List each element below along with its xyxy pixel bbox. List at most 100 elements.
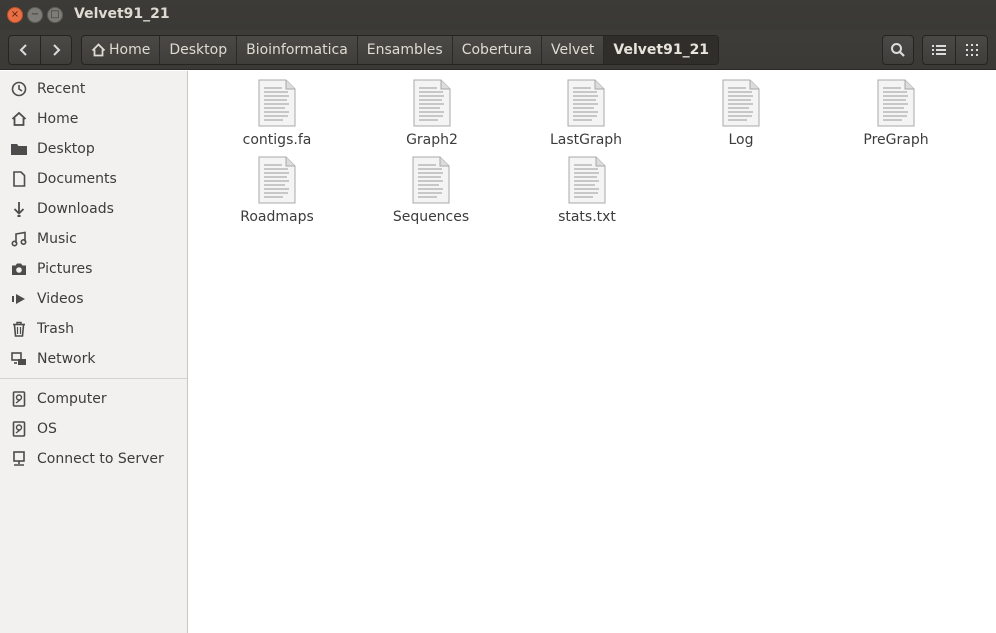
maximize-window-button[interactable]: □ bbox=[47, 7, 63, 23]
close-icon: × bbox=[10, 9, 20, 20]
file-name: LastGraph bbox=[549, 132, 623, 148]
breadcrumb-bioinformatica[interactable]: Bioinformatica bbox=[236, 36, 357, 64]
sidebar-item-label: Trash bbox=[37, 321, 74, 337]
grid-view-icon bbox=[965, 44, 978, 56]
sidebar-item-label: Computer bbox=[37, 391, 107, 407]
title-bar: × − □ Velvet91_21 bbox=[0, 0, 996, 30]
server-icon bbox=[10, 450, 28, 468]
sidebar-item-label: Documents bbox=[37, 171, 117, 187]
file-item[interactable]: Graph2 bbox=[372, 79, 492, 151]
maximize-icon: □ bbox=[50, 9, 60, 20]
minimize-window-button[interactable]: − bbox=[27, 7, 43, 23]
breadcrumb-label: Home bbox=[109, 42, 151, 58]
minimize-icon: − bbox=[30, 9, 40, 20]
sidebar-item-label: Downloads bbox=[37, 201, 114, 217]
text-file-icon bbox=[566, 79, 606, 127]
breadcrumb-label: Velvet91_21 bbox=[613, 42, 710, 58]
window-title: Velvet91_21 bbox=[74, 6, 170, 22]
sidebar-item-desktop[interactable]: Desktop bbox=[0, 134, 187, 164]
home-icon bbox=[10, 110, 28, 128]
breadcrumb-label: Bioinformatica bbox=[246, 42, 348, 58]
folder-icon bbox=[10, 140, 28, 158]
sidebar-item-network[interactable]: Network bbox=[0, 344, 187, 374]
drive-icon bbox=[10, 420, 28, 438]
close-window-button[interactable]: × bbox=[7, 7, 23, 23]
back-button[interactable] bbox=[9, 36, 40, 64]
sidebar-item-music[interactable]: Music bbox=[0, 224, 187, 254]
file-item[interactable]: contigs.fa bbox=[217, 79, 337, 151]
file-item[interactable]: PreGraph bbox=[836, 79, 956, 151]
document-icon bbox=[10, 170, 28, 188]
sidebar-item-label: Videos bbox=[37, 291, 84, 307]
breadcrumb-home[interactable]: Home bbox=[82, 36, 159, 64]
list-view-icon bbox=[932, 45, 946, 55]
search-icon bbox=[891, 43, 905, 57]
list-view-button[interactable] bbox=[923, 36, 955, 64]
sidebar-item-pictures[interactable]: Pictures bbox=[0, 254, 187, 284]
breadcrumb-label: Desktop bbox=[169, 42, 228, 58]
camera-icon bbox=[10, 260, 28, 278]
sidebar-item-documents[interactable]: Documents bbox=[0, 164, 187, 194]
search-button[interactable] bbox=[882, 35, 914, 65]
download-icon bbox=[10, 200, 28, 218]
text-file-icon bbox=[257, 79, 297, 127]
sidebar-item-trash[interactable]: Trash bbox=[0, 314, 187, 344]
trash-icon bbox=[10, 320, 28, 338]
text-file-icon bbox=[567, 156, 607, 204]
breadcrumb-desktop[interactable]: Desktop bbox=[159, 36, 236, 64]
sidebar-item-home[interactable]: Home bbox=[0, 104, 187, 134]
chevron-right-icon bbox=[53, 44, 61, 56]
sidebar-divider bbox=[0, 378, 187, 379]
file-name: Graph2 bbox=[406, 132, 458, 148]
file-item[interactable]: Roadmaps bbox=[217, 156, 337, 228]
file-name: Log bbox=[728, 132, 754, 148]
drive-icon bbox=[10, 390, 28, 408]
forward-button[interactable] bbox=[39, 36, 71, 64]
breadcrumb-current[interactable]: Velvet91_21 bbox=[603, 36, 719, 64]
file-name: Sequences bbox=[392, 209, 470, 225]
text-file-icon bbox=[721, 79, 761, 127]
file-view: contigs.fa Graph2 LastGraph Log PreGraph bbox=[192, 71, 996, 633]
sidebar-item-connect-to-server[interactable]: Connect to Server bbox=[0, 444, 187, 474]
clock-icon bbox=[10, 80, 28, 98]
sidebar-item-label: Music bbox=[37, 231, 77, 247]
grid-view-button[interactable] bbox=[955, 36, 987, 64]
file-item[interactable]: LastGraph bbox=[526, 79, 646, 151]
text-file-icon bbox=[257, 156, 297, 204]
sidebar-item-label: Connect to Server bbox=[37, 451, 164, 467]
sidebar-item-label: Network bbox=[37, 351, 96, 367]
sidebar-item-recent[interactable]: Recent bbox=[0, 74, 187, 104]
sidebar-item-videos[interactable]: Videos bbox=[0, 284, 187, 314]
sidebar-devices: Computer OS Connect to Server bbox=[0, 384, 187, 474]
breadcrumb-label: Velvet bbox=[551, 42, 595, 58]
sidebar-item-computer[interactable]: Computer bbox=[0, 384, 187, 414]
sidebar-item-label: Home bbox=[37, 111, 79, 127]
navigation-buttons bbox=[8, 35, 72, 65]
sidebar-item-label: Recent bbox=[37, 81, 86, 97]
file-name: Roadmaps bbox=[240, 209, 314, 225]
file-item[interactable]: Log bbox=[681, 79, 801, 151]
text-file-icon bbox=[411, 156, 451, 204]
breadcrumb-cobertura[interactable]: Cobertura bbox=[451, 36, 541, 64]
file-manager-window: × − □ Velvet91_21 Home Desktop Bioinform… bbox=[0, 0, 996, 633]
file-item[interactable]: Sequences bbox=[371, 156, 491, 228]
sidebar-item-os[interactable]: OS bbox=[0, 414, 187, 444]
breadcrumb: Home Desktop Bioinformatica Ensambles Co… bbox=[81, 35, 720, 65]
text-file-icon bbox=[412, 79, 452, 127]
network-icon bbox=[10, 350, 28, 368]
file-name: contigs.fa bbox=[242, 132, 312, 148]
breadcrumb-label: Ensambles bbox=[366, 42, 443, 58]
sidebar-places: Recent Home Desktop Documents Downloads … bbox=[0, 71, 187, 374]
view-mode-buttons bbox=[922, 35, 988, 65]
sidebar-item-downloads[interactable]: Downloads bbox=[0, 194, 187, 224]
chevron-left-icon bbox=[20, 44, 28, 56]
breadcrumb-velvet[interactable]: Velvet bbox=[541, 36, 603, 64]
sidebar-item-label: OS bbox=[37, 421, 57, 437]
text-file-icon bbox=[876, 79, 916, 127]
breadcrumb-ensambles[interactable]: Ensambles bbox=[356, 36, 452, 64]
music-icon bbox=[10, 230, 28, 248]
toolbar: Home Desktop Bioinformatica Ensambles Co… bbox=[0, 30, 996, 70]
video-icon bbox=[10, 290, 28, 308]
file-name: stats.txt bbox=[558, 209, 616, 225]
file-item[interactable]: stats.txt bbox=[527, 156, 647, 228]
